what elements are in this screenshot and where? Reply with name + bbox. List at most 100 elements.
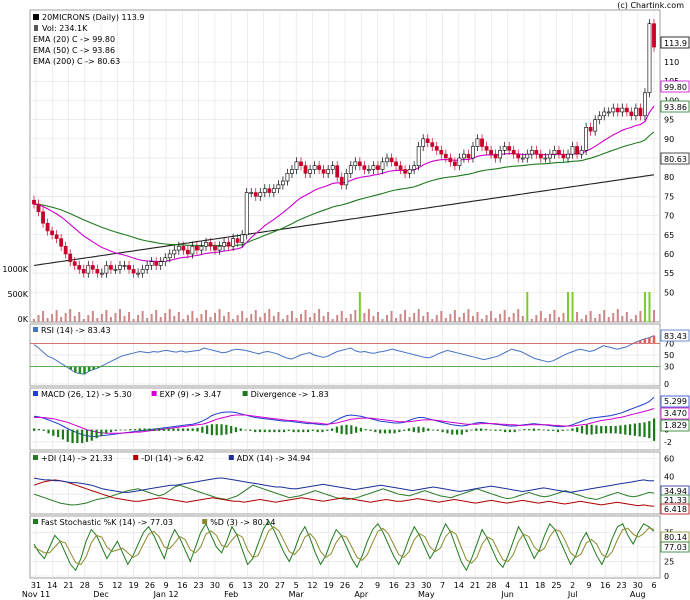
volume-bar: [354, 310, 357, 322]
volume-bar: [512, 313, 515, 322]
macd-hist-bar: [335, 426, 338, 433]
macd-hist-bar: [398, 429, 401, 433]
x-month-label: Jul: [567, 590, 578, 599]
macd-hist-bar: [460, 429, 463, 435]
x-day-tick: 16: [177, 581, 187, 590]
candle-body: [181, 245, 186, 251]
macd-hist-bar: [628, 424, 632, 436]
candle-body: [425, 138, 430, 143]
macd-last-value: 3.470: [664, 409, 687, 418]
dmi-legend-swatch: [33, 455, 38, 460]
x-day-tick: 31: [31, 581, 41, 590]
macd-hist-bar: [422, 427, 425, 433]
candle-body: [629, 111, 634, 117]
volume-bar: [191, 311, 194, 322]
candle-body: [113, 268, 118, 271]
candle-body: [471, 146, 475, 159]
x-day-tick: 26: [145, 581, 155, 590]
candle-body: [407, 169, 412, 174]
volume-bar: [453, 310, 456, 322]
price-last-value: 113.9: [664, 39, 687, 48]
volume-bar: [621, 316, 624, 322]
macd-hist-bar: [52, 429, 55, 436]
candle-body: [281, 180, 285, 186]
x-day-tick: 9: [375, 581, 380, 590]
candle-body: [326, 169, 331, 174]
macd-hist-bar: [191, 428, 194, 431]
macd-hist-bar: [71, 429, 74, 444]
candle-body: [371, 165, 376, 170]
macd-hist-bar: [532, 428, 536, 431]
macd-hist-bar: [364, 429, 367, 431]
x-day-tick: 20: [259, 581, 269, 590]
stoch-legend-swatch: [202, 519, 208, 524]
stoch-y-tick: 0: [664, 572, 669, 581]
x-day-tick: 25: [551, 581, 561, 590]
volume-bar: [254, 310, 257, 322]
macd-hist-bar: [340, 425, 343, 434]
volume-bar: [467, 309, 470, 322]
candle-body: [502, 146, 507, 151]
macd-hist-bar: [499, 429, 502, 431]
candle-body: [317, 165, 322, 170]
macd-hist-bar: [379, 429, 382, 434]
macd-hist-bar: [201, 426, 204, 433]
candle-body: [593, 119, 598, 132]
volume-bar: [426, 312, 429, 322]
volume-bar: [159, 317, 162, 322]
stoch-last-value: 80.14: [664, 533, 687, 542]
macd-hist-bar: [244, 429, 247, 431]
volume-bar: [96, 318, 99, 322]
candle-body: [525, 153, 530, 159]
volume-bar: [204, 310, 207, 322]
macd-hist-bar: [417, 426, 420, 433]
volume-bar: [385, 315, 388, 322]
candle-body: [584, 126, 589, 151]
x-month-label: Feb: [224, 590, 238, 599]
macd-hist-bar: [523, 429, 526, 431]
volume-bar: [259, 317, 262, 322]
candle-body: [54, 234, 59, 239]
candle-body: [262, 188, 267, 193]
macd-hist-bar: [311, 429, 314, 431]
volume-bar: [580, 319, 583, 322]
candle-body: [434, 146, 439, 151]
macd-hist-bar: [542, 429, 545, 431]
x-day-tick: 14: [454, 581, 464, 590]
dmi-legend-swatch: [228, 455, 234, 460]
volume-y-tick: 500K: [7, 290, 28, 299]
x-day-tick: 16: [389, 581, 399, 590]
candle-body: [213, 245, 217, 251]
macd-hist-bar: [109, 429, 113, 433]
volume-bar: [535, 315, 538, 322]
rsi-legend-swatch: [33, 327, 38, 332]
macd-hist-bar: [95, 429, 98, 439]
candle-body: [534, 150, 539, 155]
rsi-y-tick: 30: [664, 363, 674, 372]
volume-y-tick: 1000K: [2, 265, 28, 274]
macd-hist-bar: [119, 429, 122, 431]
volume-bar: [634, 315, 637, 322]
x-month-label: Jun: [500, 590, 514, 599]
volume-bar: [46, 318, 49, 322]
volume-bar: [485, 315, 488, 322]
macd-hist-bar: [47, 429, 50, 434]
macd-hist-bar: [263, 429, 266, 433]
candle-body: [652, 23, 656, 48]
price-y-tick: 90: [664, 135, 674, 144]
x-day-tick: 28: [80, 581, 90, 590]
volume-bar: [462, 313, 465, 322]
price-y-tick: 50: [664, 288, 674, 297]
macd-hist-bar: [90, 429, 93, 441]
candle-body: [489, 150, 493, 155]
candle-body: [99, 272, 104, 275]
volume-bar: [653, 310, 655, 322]
macd-hist-bar: [138, 428, 141, 431]
x-day-tick: 26: [340, 581, 350, 590]
x-day-tick: 23: [405, 581, 415, 590]
volume-bar: [395, 318, 398, 322]
volume-bar: [114, 313, 117, 322]
x-day-tick: 27: [275, 581, 285, 590]
candle-body: [462, 153, 466, 159]
stoch-legend-1: %D (3) -> 80.14: [210, 518, 275, 527]
